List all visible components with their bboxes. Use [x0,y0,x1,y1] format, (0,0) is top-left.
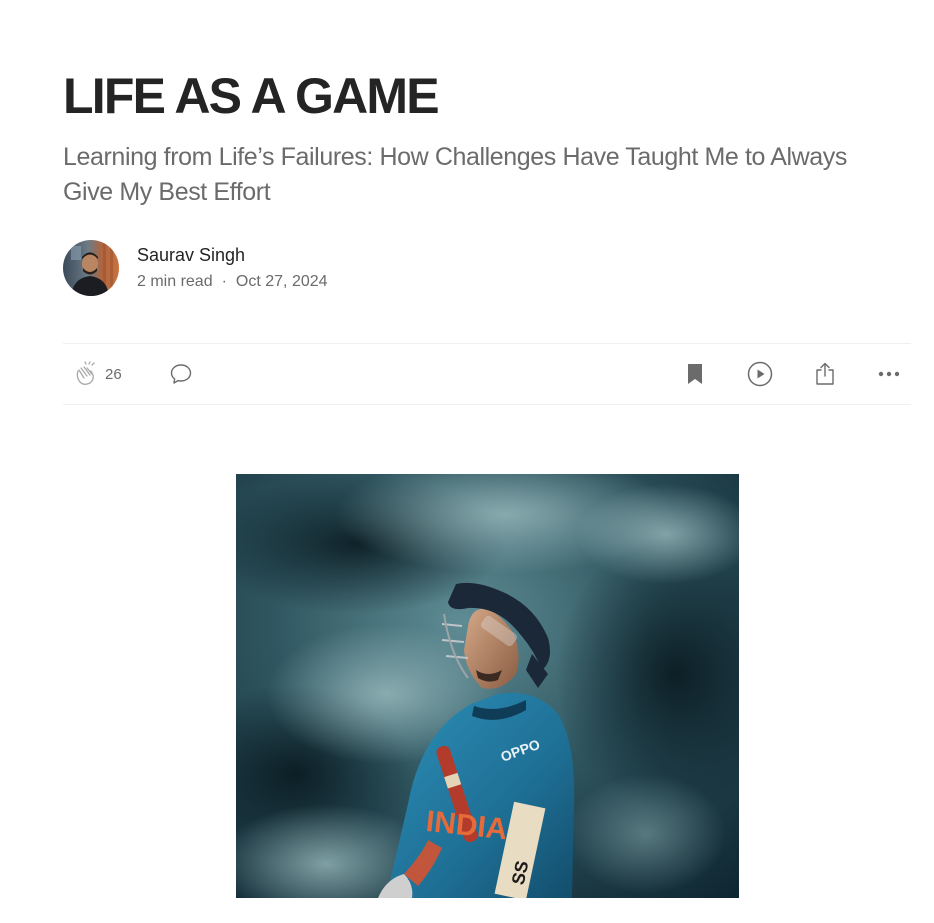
hero-image: SS INDIA OPPO [236,474,739,898]
more-icon [876,361,902,387]
clap-count: 26 [105,365,122,383]
share-icon [812,361,838,387]
article-meta: 2 min read · Oct 27, 2024 [137,271,328,293]
clap-button[interactable]: 26 [73,344,122,404]
more-button[interactable] [876,344,902,404]
author-avatar[interactable] [63,240,119,296]
article-title: LIFE AS A GAME [63,68,440,124]
comment-icon [168,361,194,387]
bookmark-button[interactable] [682,344,708,404]
publish-date: Oct 27, 2024 [235,273,328,290]
article-page: LIFE AS A GAME Learning from Life’s Fail… [0,0,934,923]
comment-button[interactable] [168,344,194,404]
read-time: 2 min read [137,273,213,290]
meta-separator: · [221,273,227,290]
bookmark-icon [682,361,708,387]
author-meta: Saurav Singh 2 min read · Oct 27, 2024 [137,243,328,293]
listen-button[interactable] [746,344,774,404]
article-subtitle: Learning from Life’s Failures: How Chall… [63,143,847,206]
listen-icon [746,360,774,388]
share-button[interactable] [812,344,838,404]
author-name[interactable]: Saurav Singh [137,243,328,267]
clap-icon [73,361,99,387]
author-row: Saurav Singh 2 min read · Oct 27, 2024 [63,240,328,296]
article-action-bar: 26 [63,343,911,405]
